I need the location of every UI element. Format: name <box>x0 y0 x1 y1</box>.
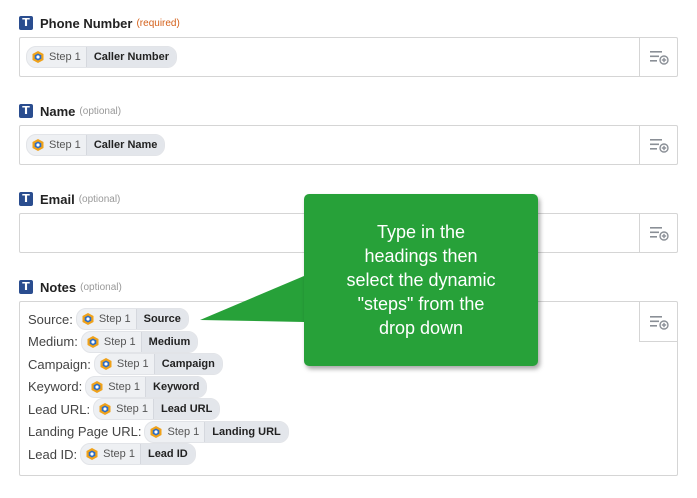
pill-value: Source <box>135 309 188 330</box>
insert-data-button[interactable] <box>639 214 677 252</box>
step-app-logo-icon <box>32 51 44 63</box>
notes-line-label: Lead URL: <box>28 401 91 417</box>
notes-line: Keyword: Step 1 Keyword <box>28 375 289 399</box>
step-data-pill[interactable]: Step 1 Caller Name <box>26 134 166 156</box>
step-app-logo-icon <box>82 313 94 326</box>
instruction-callout: Type in the headings then select the dyn… <box>304 194 538 366</box>
pill-step-label: Step 1 <box>116 403 148 416</box>
name-input[interactable]: Step 1 Caller Name <box>19 125 678 165</box>
pill-value: Lead ID <box>139 444 195 465</box>
insert-data-icon <box>649 139 669 153</box>
field-label: Name <box>40 103 76 119</box>
step-app-logo-icon <box>87 335 99 348</box>
pill-step-label: Step 1 <box>98 313 131 326</box>
field-label: Notes <box>40 279 77 295</box>
optional-tag: (optional) <box>79 105 122 117</box>
step-data-pill[interactable]: Step 1 Keyword <box>85 375 208 398</box>
text-type-icon: T <box>19 280 33 294</box>
callout-line: "steps" from the <box>357 294 485 314</box>
pill-step-label: Step 1 <box>103 335 136 348</box>
phone-number-label-row: T Phone Number (required) <box>19 13 180 33</box>
notes-line: Lead URL: Step 1 Lead URL <box>28 398 289 421</box>
step-data-pill[interactable]: Step 1 Lead ID <box>80 443 196 466</box>
pill-step-label: Step 1 <box>167 425 200 438</box>
insert-data-button[interactable] <box>639 302 677 342</box>
pill-value: Lead URL <box>152 399 220 420</box>
field-label: Phone Number <box>40 15 133 31</box>
required-tag: (required) <box>136 17 180 29</box>
step-app-logo-icon <box>86 448 98 461</box>
step-data-pill[interactable]: Step 1 Source <box>75 308 189 331</box>
insert-data-icon <box>649 51 669 65</box>
pill-step-label: Step 1 <box>108 380 141 393</box>
pill-step-label: Step 1 <box>49 139 81 151</box>
callout-pointer <box>200 276 304 322</box>
callout-line: select the dynamic <box>346 270 496 290</box>
step-app-logo-icon <box>32 139 44 151</box>
pill-value: Campaign <box>153 354 222 375</box>
notes-line-label: Lead ID: <box>28 446 78 462</box>
step-data-pill[interactable]: Step 1 Campaign <box>93 353 223 376</box>
insert-data-icon <box>649 315 669 330</box>
pill-step-label: Step 1 <box>103 448 135 461</box>
email-label-row: T Email (optional) <box>19 189 120 209</box>
pill-step-label: Step 1 <box>49 51 81 63</box>
pill-value: Landing URL <box>204 421 288 442</box>
callout-line: headings then <box>364 246 478 266</box>
notes-label-row: T Notes (optional) <box>19 277 122 297</box>
notes-line-label: Landing Page URL: <box>28 424 142 440</box>
pill-value: Keyword <box>145 376 207 397</box>
insert-data-button[interactable] <box>639 38 677 76</box>
notes-line-label: Medium: <box>28 334 78 350</box>
step-data-pill[interactable]: Step 1 Lead URL <box>93 398 221 421</box>
step-app-logo-icon <box>150 425 162 438</box>
pill-value: Caller Name <box>85 135 165 155</box>
step-app-logo-icon <box>99 403 111 416</box>
notes-line-label: Campaign: <box>28 356 91 372</box>
insert-data-icon <box>649 227 669 241</box>
text-type-icon: T <box>19 192 33 206</box>
notes-line: Lead ID: Step 1 Lead ID <box>28 443 289 466</box>
step-app-logo-icon <box>91 380 103 393</box>
callout-line: drop down <box>378 318 464 338</box>
pill-value: Medium <box>140 331 198 352</box>
field-label: Email <box>40 191 75 207</box>
text-type-icon: T <box>19 104 33 118</box>
notes-line-label: Source: <box>28 311 73 327</box>
step-data-pill[interactable]: Step 1 Caller Number <box>26 46 178 68</box>
callout-line: Type in the <box>376 222 466 242</box>
step-app-logo-icon <box>100 358 112 371</box>
name-label-row: T Name (optional) <box>19 101 121 121</box>
step-data-pill[interactable]: Step 1 Medium <box>80 330 199 353</box>
text-type-icon: T <box>19 16 33 30</box>
phone-number-input[interactable]: Step 1 Caller Number <box>19 37 678 77</box>
pill-step-label: Step 1 <box>116 358 149 371</box>
optional-tag: (optional) <box>78 193 121 205</box>
step-data-pill[interactable]: Step 1 Landing URL <box>144 420 289 443</box>
notes-line-label: Keyword: <box>28 379 83 395</box>
notes-line: Landing Page URL: Step 1 Landing URL <box>28 420 289 444</box>
optional-tag: (optional) <box>80 281 122 293</box>
insert-data-button[interactable] <box>639 126 677 164</box>
notes-line: Campaign: Step 1 Campaign <box>28 353 289 376</box>
pill-value: Caller Number <box>85 47 177 67</box>
